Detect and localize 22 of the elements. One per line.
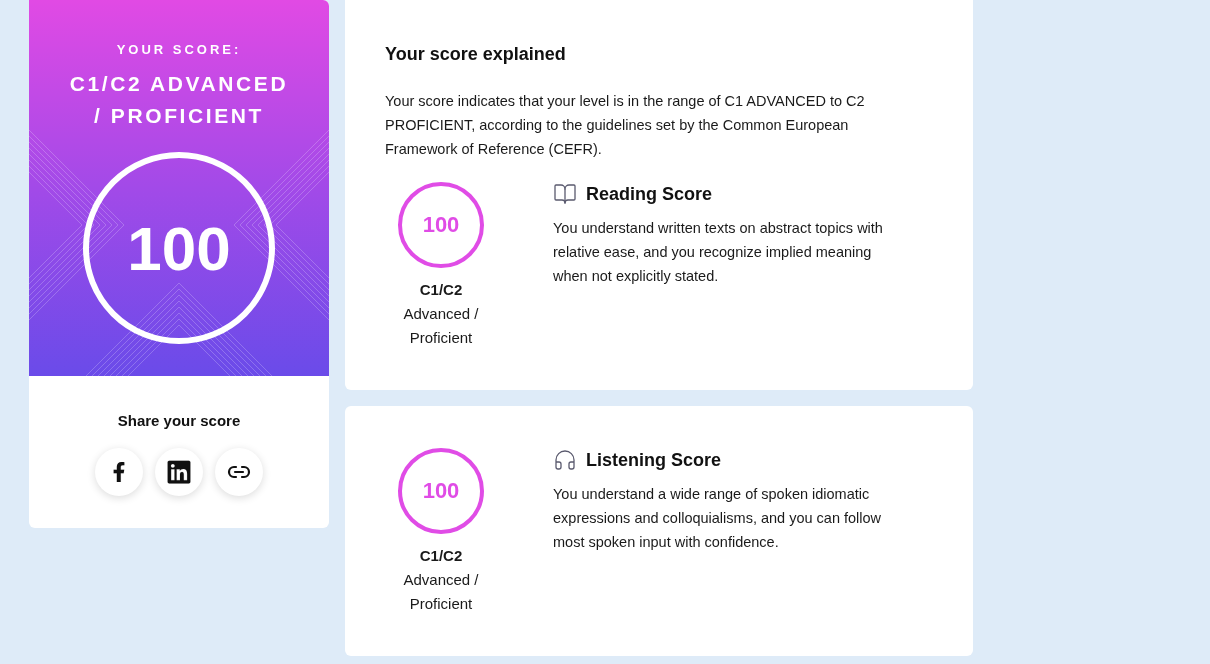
skill-title: Reading Score — [586, 183, 713, 206]
score-eyebrow: YOUR SCORE: — [116, 41, 242, 59]
overall-score: 100 — [83, 152, 275, 344]
score-level: C1/C2 ADVANCED / PROFICIENT — [68, 71, 290, 129]
headphones-icon — [553, 448, 577, 472]
share-button[interactable] — [155, 448, 203, 496]
skill-level: C1/C2 — [419, 546, 463, 566]
skill-description: You understand a wide range of spoken idiomatic expressions and colloquialisms, and you can follow most spoken input with confidence. — [553, 485, 883, 552]
skill-title: Listening Score — [586, 449, 722, 472]
share-button[interactable] — [215, 448, 263, 496]
skill-level: C1/C2 — [419, 280, 463, 300]
skill-score: 100 — [398, 182, 484, 268]
linkedin-icon — [166, 459, 192, 485]
card-title: Your score explained — [385, 43, 567, 66]
skill-level-name: Advanced / Proficient — [402, 304, 480, 348]
skill-description: You understand written texts on abstract topics with relative ease, and you recognize implied meaning when not explicitly stated. — [553, 219, 884, 286]
book-icon — [553, 182, 577, 206]
explanation-text: Your score indicates that your level is in the range of C1 ADVANCED to C2 PROFICIENT, according to the guidelines set by the Common European Framework of Reference (CEFR). — [385, 92, 866, 159]
skill-level-name: Advanced / Proficient — [402, 570, 480, 614]
share-button[interactable] — [95, 448, 143, 496]
share-title: Share your score — [117, 411, 241, 431]
skill-score: 100 — [398, 448, 484, 534]
